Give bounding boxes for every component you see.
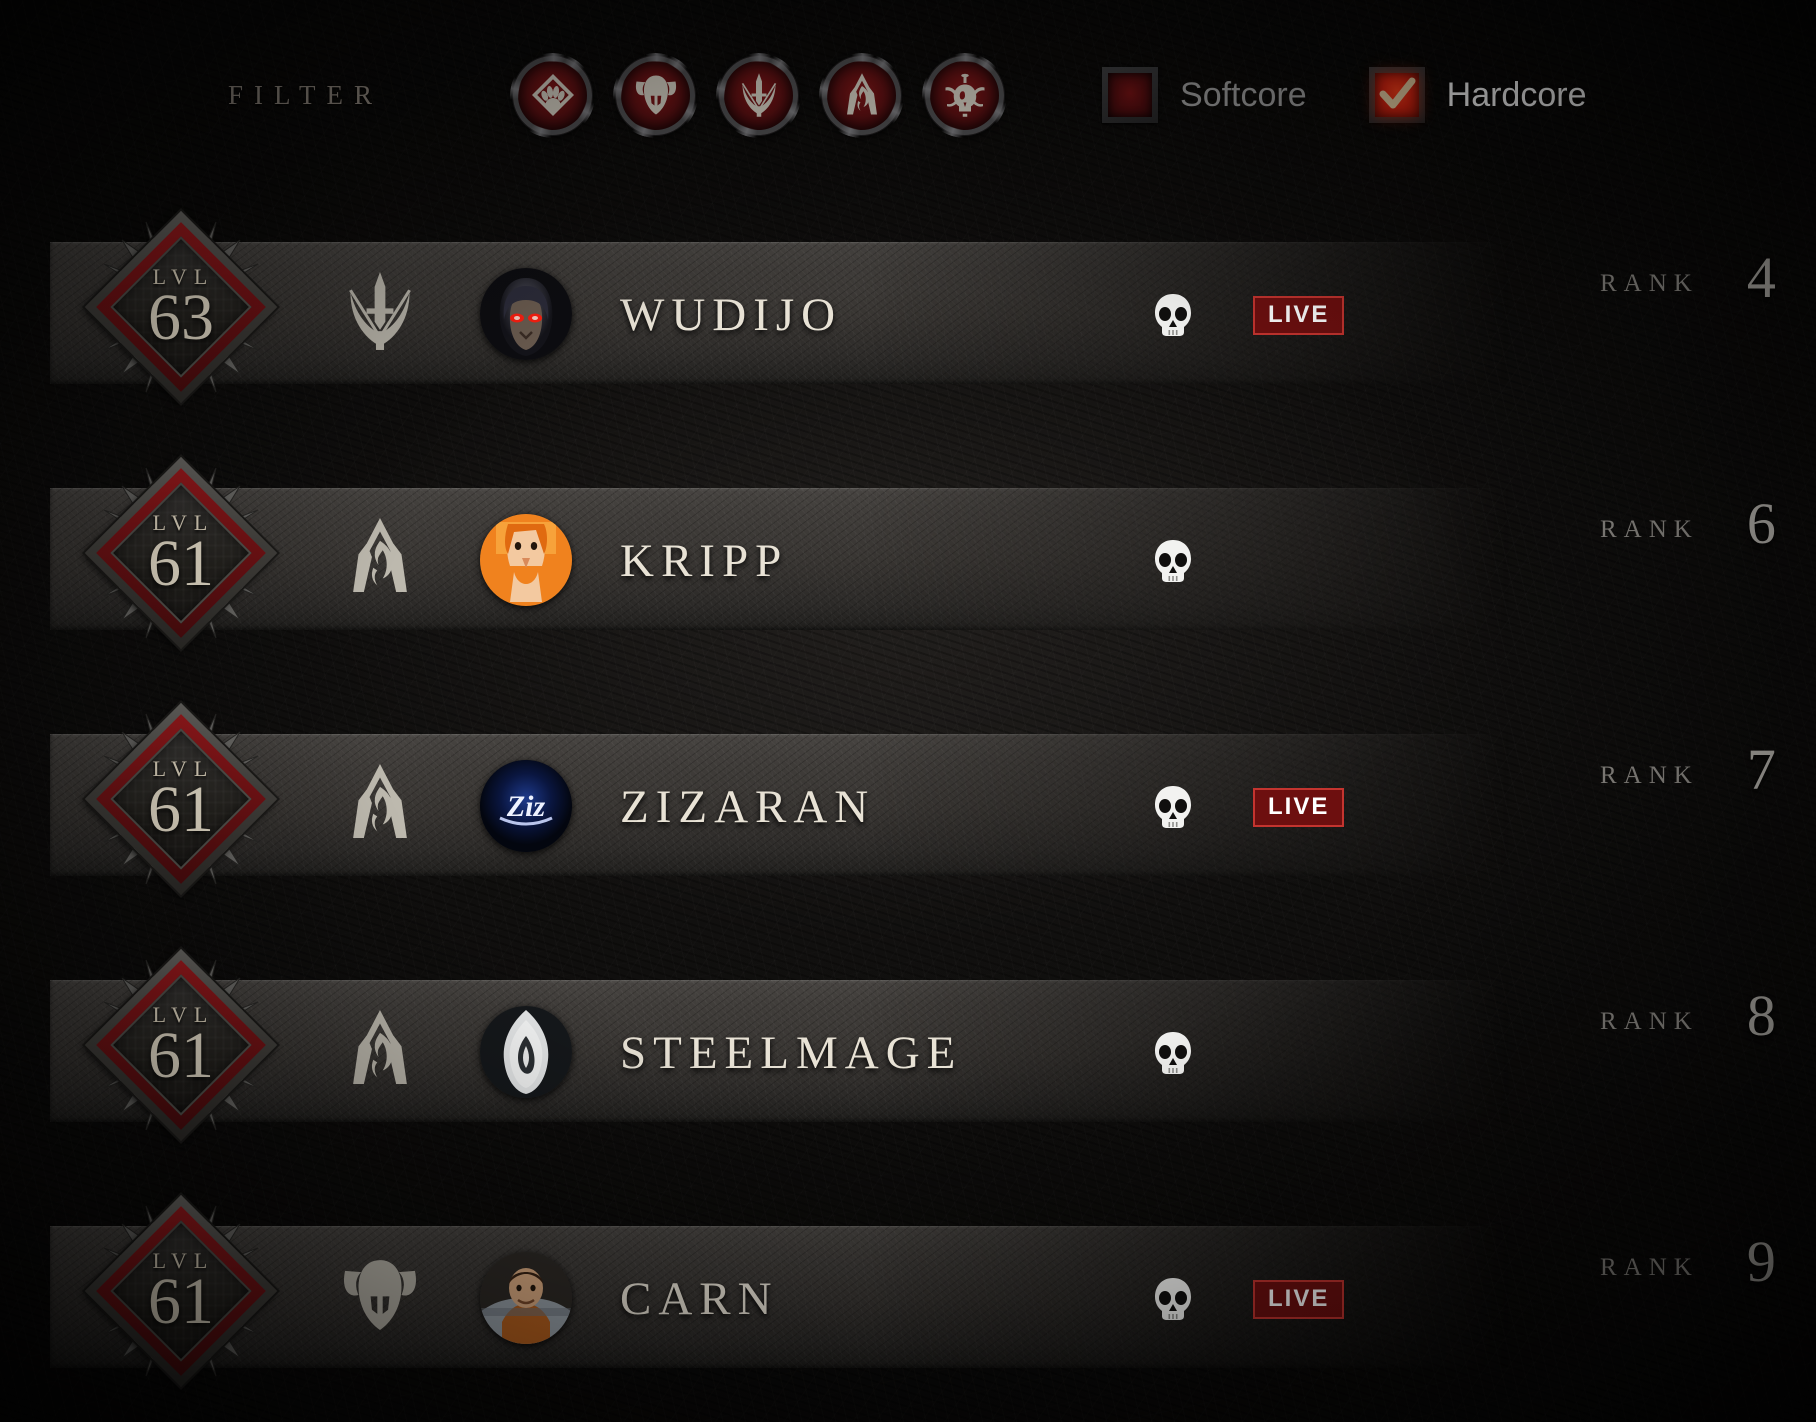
leaderboard-row[interactable]: LVL 61 Ziz ZIZARAN LIVE RANK 7 <box>0 682 1816 928</box>
level-badge: LVL 61 <box>74 446 288 660</box>
avatar <box>480 1006 572 1098</box>
necromancer-class-icon <box>941 71 989 119</box>
softcore-label: Softcore <box>1180 75 1307 114</box>
zizaran-avatar: Ziz <box>480 760 572 852</box>
rank-group: RANK 8 <box>1600 982 1776 1124</box>
softcore-checkbox[interactable] <box>1102 67 1159 123</box>
wudijo-avatar <box>480 268 572 360</box>
mode-hardcore[interactable]: Hardcore <box>1368 67 1587 123</box>
filter-bar: FILTER Softcore Hardcore <box>0 0 1816 190</box>
rank-label: RANK <box>1600 516 1699 543</box>
level-value: 61 <box>148 527 214 601</box>
rank-value: 4 <box>1746 245 1776 310</box>
leaderboard-row[interactable]: LVL 61 KRIPP RANK 6 <box>0 436 1816 682</box>
level-value: 61 <box>148 773 214 847</box>
mode-filter-group: Softcore Hardcore <box>1102 67 1586 123</box>
rank-value: 7 <box>1746 737 1776 802</box>
hardcore-label: Hardcore <box>1446 75 1587 114</box>
row-class-emblem <box>330 736 430 874</box>
rank-label: RANK <box>1600 1008 1699 1035</box>
live-badge[interactable]: LIVE <box>1253 244 1345 386</box>
carn-avatar <box>480 1252 572 1344</box>
player-name: ZIZARAN <box>620 781 876 833</box>
leaderboard-row[interactable]: LVL 61 CARN LIVE RANK 9 <box>0 1174 1816 1420</box>
hardcore-checkbox[interactable] <box>1368 67 1425 123</box>
player-name: WUDIJO <box>620 289 843 341</box>
rank-value: 8 <box>1746 983 1776 1048</box>
leaderboard-row[interactable]: LVL 61 STEELMAGE RANK 8 <box>0 928 1816 1174</box>
skull-icon <box>1152 1228 1194 1370</box>
class-filter-barbarian[interactable] <box>616 55 696 135</box>
kripp-avatar <box>480 514 572 606</box>
rank-group: RANK 6 <box>1600 490 1776 632</box>
filter-label: FILTER <box>228 79 384 110</box>
level-badge: LVL 61 <box>74 938 288 1152</box>
player-name: CARN <box>620 1273 779 1325</box>
row-class-emblem <box>330 244 430 382</box>
leaderboard-rows: LVL 63 WUDIJO LIVE RANK 4 LVL 61 KRIPP RANK 6 LVL 61… <box>0 190 1816 1420</box>
sorcerer-class-icon <box>337 760 423 851</box>
rank-group: RANK 4 <box>1600 244 1776 386</box>
row-class-emblem <box>330 490 430 628</box>
avatar <box>480 514 572 606</box>
level-value: 61 <box>148 1019 214 1093</box>
row-class-emblem <box>330 1228 430 1366</box>
row-class-emblem <box>330 982 430 1120</box>
level-value: 63 <box>148 281 214 355</box>
live-badge[interactable]: LIVE <box>1253 736 1345 878</box>
checkmark-icon <box>1379 77 1416 109</box>
level-badge: LVL 61 <box>74 1184 288 1398</box>
leaderboard-row[interactable]: LVL 63 WUDIJO LIVE RANK 4 <box>0 190 1816 436</box>
live-label: LIVE <box>1253 1279 1345 1319</box>
player-name: KRIPP <box>620 535 789 587</box>
barbarian-class-icon <box>337 1252 423 1343</box>
rank-value: 9 <box>1746 1229 1776 1294</box>
avatar <box>480 1252 572 1344</box>
class-filter-group <box>513 55 1005 135</box>
rank-label: RANK <box>1600 762 1699 789</box>
class-filter-sorcerer[interactable] <box>822 55 902 135</box>
sorcerer-class-icon <box>337 514 423 605</box>
skull-icon <box>1152 982 1194 1124</box>
rank-label: RANK <box>1600 270 1699 297</box>
rank-group: RANK 7 <box>1600 736 1776 878</box>
rogue-class-icon <box>735 71 783 119</box>
live-label: LIVE <box>1253 787 1345 827</box>
class-filter-necromancer[interactable] <box>925 55 1005 135</box>
level-value: 61 <box>148 1265 214 1339</box>
skull-icon <box>1152 244 1194 386</box>
barbarian-class-icon <box>632 71 680 119</box>
skull-icon <box>1152 736 1194 878</box>
avatar: Ziz <box>480 760 572 852</box>
avatar <box>480 268 572 360</box>
rank-value: 6 <box>1746 491 1776 556</box>
sorcerer-class-icon <box>337 1006 423 1097</box>
class-filter-druid[interactable] <box>513 55 593 135</box>
level-badge: LVL 61 <box>74 692 288 906</box>
svg-text:Ziz: Ziz <box>506 790 546 823</box>
rank-label: RANK <box>1600 1254 1699 1281</box>
level-badge: LVL 63 <box>74 200 288 414</box>
steelmage-avatar <box>480 1006 572 1098</box>
class-filter-rogue[interactable] <box>719 55 799 135</box>
druid-class-icon <box>529 71 577 119</box>
live-label: LIVE <box>1253 295 1345 335</box>
sorcerer-class-icon <box>838 71 886 119</box>
mode-softcore[interactable]: Softcore <box>1102 67 1307 123</box>
live-badge[interactable]: LIVE <box>1253 1228 1345 1370</box>
skull-icon <box>1152 490 1194 632</box>
player-name: STEELMAGE <box>620 1027 963 1079</box>
rogue-class-icon <box>337 268 423 359</box>
rank-group: RANK 9 <box>1600 1228 1776 1370</box>
